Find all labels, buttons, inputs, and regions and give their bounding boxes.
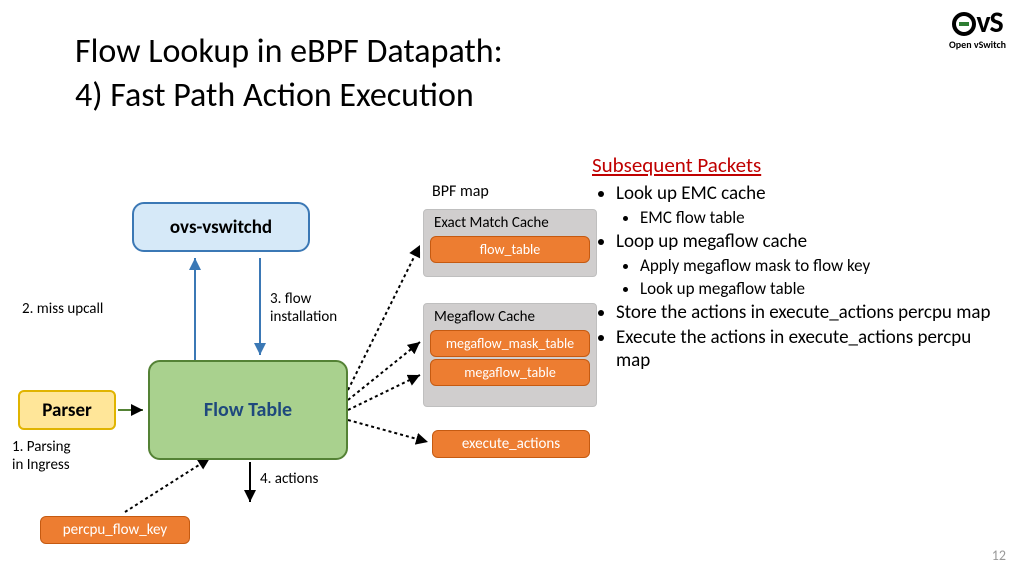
- box-parser: Parser: [18, 390, 116, 430]
- side-subitem: Apply megaflow mask to flow key: [640, 255, 1007, 276]
- box-flow-table: Flow Table: [148, 360, 348, 460]
- megaflow-title: Megaflow Cache: [424, 304, 596, 328]
- logo-sub: Open vSwitch: [949, 38, 1006, 51]
- emc-flow-table: flow_table: [430, 236, 590, 263]
- side-heading: Subsequent Packets: [592, 152, 1007, 178]
- diagram: ovs-vswitchd Parser Flow Table percpu_fl…: [0, 150, 580, 570]
- title-line-2: 4) Fast Path Action Execution: [75, 74, 503, 118]
- box-percpu-flow-key: percpu_flow_key: [40, 516, 190, 544]
- label-parsing: 1. Parsing in Ingress: [12, 438, 71, 474]
- side-subitem: EMC flow table: [640, 207, 1007, 228]
- label-bpf-map: BPF map: [432, 182, 489, 201]
- logo: vS Open vSwitch: [949, 8, 1006, 51]
- logo-mark: vS: [949, 8, 1006, 38]
- megaflow-table: megaflow_table: [430, 359, 590, 386]
- box-ovs-vswitchd: ovs-vswitchd: [132, 202, 310, 252]
- slide-title: Flow Lookup in eBPF Datapath: 4) Fast Pa…: [75, 30, 503, 117]
- side-item: Execute the actions in execute_actions p…: [616, 326, 1007, 372]
- box-megaflow: Megaflow Cache megaflow_mask_table megaf…: [423, 303, 597, 407]
- box-execute-actions: execute_actions: [432, 430, 590, 458]
- side-panel: Subsequent Packets Look up EMC cache EMC…: [592, 152, 1007, 374]
- label-flow-install: 3. flow installation: [270, 290, 337, 326]
- page-number: 12: [992, 547, 1006, 564]
- side-item: Look up EMC cache EMC flow table: [616, 182, 1007, 228]
- box-emc: Exact Match Cache flow_table: [423, 209, 597, 277]
- emc-title: Exact Match Cache: [424, 210, 596, 234]
- label-actions: 4. actions: [260, 470, 318, 488]
- side-subitem: Look up megaflow table: [640, 278, 1007, 299]
- side-list: Look up EMC cache EMC flow table Loop up…: [616, 182, 1007, 372]
- side-item: Loop up megaflow cache Apply megaflow ma…: [616, 230, 1007, 299]
- title-line-1: Flow Lookup in eBPF Datapath:: [75, 30, 503, 74]
- megaflow-mask-table: megaflow_mask_table: [430, 330, 590, 357]
- side-item: Store the actions in execute_actions per…: [616, 301, 1007, 324]
- label-miss-upcall: 2. miss upcall: [22, 300, 103, 318]
